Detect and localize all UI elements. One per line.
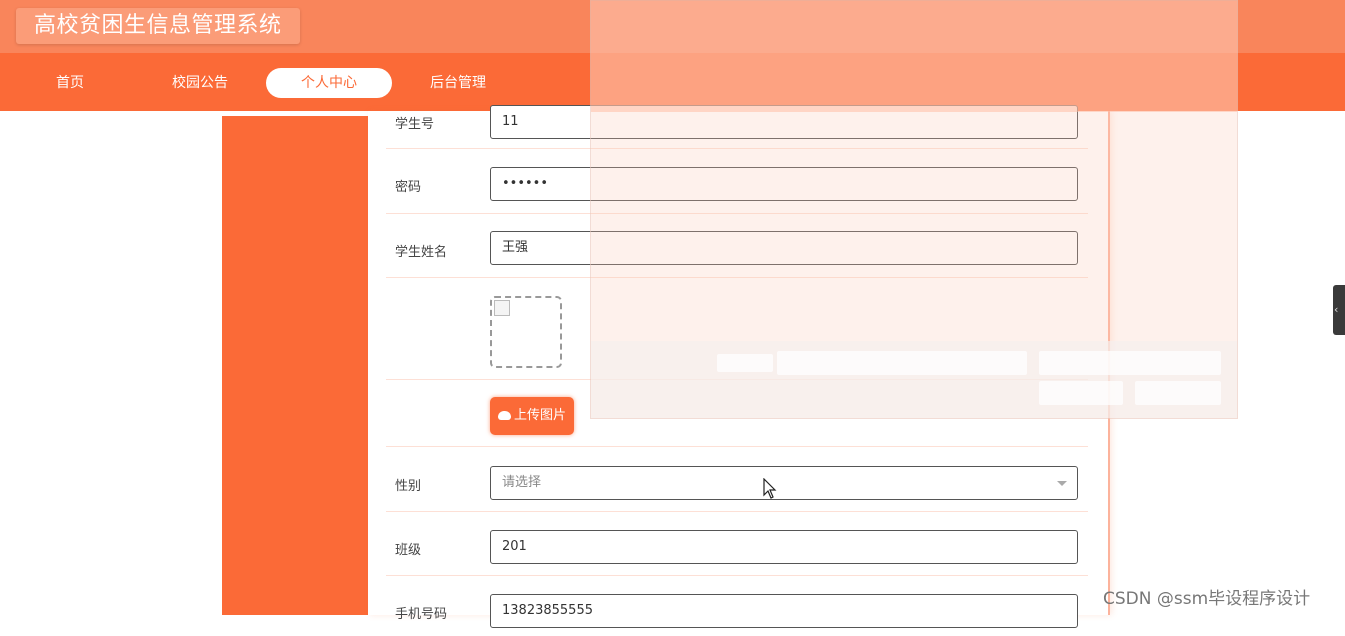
- nav-item-profile[interactable]: 个人中心: [266, 68, 392, 98]
- upload-button-label: 上传图片: [513, 408, 566, 423]
- gender-label: 性别: [395, 479, 422, 494]
- chevron-down-icon: [1057, 481, 1067, 486]
- overlay-ghost-input: [777, 351, 1027, 375]
- upload-image-button[interactable]: 上传图片: [490, 397, 574, 435]
- overlay-footer: [591, 341, 1237, 418]
- cloud-upload-icon: [497, 411, 511, 420]
- overlay-ghost-button-2: [1135, 381, 1221, 405]
- phone-label: 手机号码: [395, 607, 448, 622]
- photo-preview[interactable]: [490, 296, 562, 368]
- fading-overlay-panel: [590, 0, 1238, 419]
- class-label: 班级: [395, 543, 422, 558]
- gender-select-placeholder: 请选择: [502, 475, 542, 490]
- student-id-label: 学生号: [395, 117, 435, 132]
- chevron-left-icon: ‹: [1334, 303, 1339, 316]
- nav-item-admin[interactable]: 后台管理: [413, 68, 503, 98]
- sidebar: [222, 111, 368, 615]
- sidebar-divider: [222, 111, 368, 116]
- gender-select[interactable]: 请选择: [490, 466, 1078, 500]
- mouse-cursor-icon: [763, 478, 777, 499]
- overlay-ghost-button: [1039, 381, 1123, 405]
- overlay-ghost-label: [717, 354, 773, 372]
- form-row-class: 班级 201: [386, 512, 1088, 576]
- overlay-header: [591, 1, 1237, 112]
- nav-item-home[interactable]: 首页: [25, 68, 115, 98]
- broken-image-icon: [494, 300, 510, 316]
- side-collapse-tab[interactable]: ‹: [1333, 285, 1345, 335]
- nav-item-announcements[interactable]: 校园公告: [155, 68, 245, 98]
- class-input[interactable]: 201: [490, 530, 1078, 564]
- password-label: 密码: [395, 180, 422, 195]
- watermark: CSDN @ssm毕设程序设计: [1103, 589, 1311, 609]
- phone-input[interactable]: 13823855555: [490, 594, 1078, 628]
- overlay-ghost-input-2: [1039, 351, 1221, 375]
- app-title: 高校贫困生信息管理系统: [16, 8, 300, 44]
- student-name-label: 学生姓名: [395, 245, 448, 260]
- form-row-gender: 性别 请选择: [386, 447, 1088, 512]
- form-row-phone: 手机号码 13823855555: [386, 576, 1088, 636]
